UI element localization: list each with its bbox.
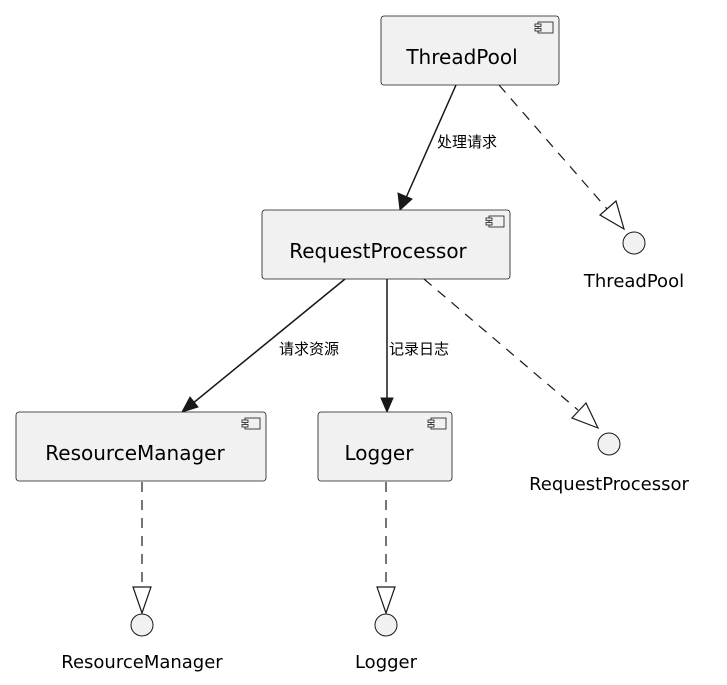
- interface-requestprocessor[interactable]: RequestProcessor: [529, 432, 690, 495]
- component-label-threadpool: ThreadPool: [405, 45, 517, 69]
- component-threadpool[interactable]: ThreadPool: [380, 15, 560, 86]
- component-requestprocessor[interactable]: RequestProcessor: [261, 209, 511, 280]
- edge-requestprocessor-to-resourcemanager: 请求资源: [180, 278, 346, 413]
- edge-threadpool-realization: [498, 84, 625, 231]
- edge-requestprocessor-realization: [423, 278, 600, 430]
- edge-label-log-record: 记录日志: [389, 340, 449, 358]
- interface-label-resourcemanager: ResourceManager: [61, 652, 223, 673]
- interface-logger[interactable]: Logger: [355, 613, 418, 673]
- component-label-logger: Logger: [345, 441, 415, 465]
- edge-resourcemanager-realization: [132, 482, 152, 615]
- edge-logger-realization: [376, 482, 396, 615]
- interface-label-threadpool: ThreadPool: [583, 271, 684, 292]
- edge-label-handle-request: 处理请求: [437, 133, 497, 151]
- component-label-resourcemanager: ResourceManager: [45, 441, 225, 465]
- edge-requestprocessor-to-logger: 记录日志: [380, 279, 449, 414]
- interface-threadpool[interactable]: ThreadPool: [583, 231, 684, 292]
- component-logger[interactable]: Logger: [317, 411, 453, 482]
- component-icon: [427, 417, 447, 430]
- component-resourcemanager[interactable]: ResourceManager: [15, 411, 267, 482]
- component-icon: [534, 21, 554, 34]
- interface-label-logger: Logger: [355, 652, 418, 673]
- component-diagram: 处理请求 请求资源 记录日志 ThreadPool RequestProcess…: [15, 15, 690, 673]
- component-label-requestprocessor: RequestProcessor: [289, 239, 467, 263]
- component-icon: [485, 215, 505, 228]
- edge-label-request-resource: 请求资源: [279, 340, 339, 358]
- component-icon: [241, 417, 261, 430]
- interface-label-requestprocessor: RequestProcessor: [529, 474, 689, 495]
- edge-threadpool-to-requestprocessor: 处理请求: [397, 84, 497, 212]
- interface-resourcemanager[interactable]: ResourceManager: [61, 613, 223, 673]
